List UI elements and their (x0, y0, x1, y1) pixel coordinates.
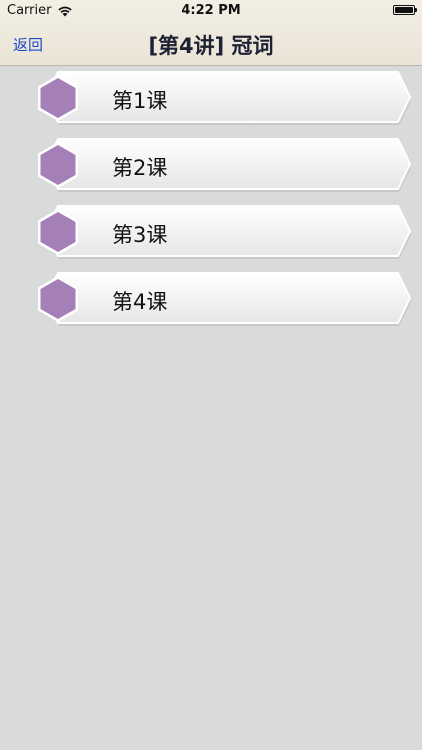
lesson-item-background (44, 205, 412, 259)
status-bar: Carrier 4:22 PM (0, 0, 422, 22)
lesson-item-background (44, 71, 412, 125)
lesson-item-3[interactable]: 第3课 (30, 204, 412, 260)
lesson-item-background (44, 272, 412, 326)
hexagon-icon (38, 75, 78, 121)
hexagon-icon (38, 276, 78, 322)
hexagon-icon (38, 209, 78, 255)
lesson-item-4[interactable]: 第4课 (30, 271, 412, 327)
lesson-item-1[interactable]: 第1课 (30, 70, 412, 126)
lesson-item-2[interactable]: 第2课 (30, 137, 412, 193)
battery-icon (393, 5, 417, 15)
lesson-label: 第2课 (112, 156, 168, 180)
status-time: 4:22 PM (181, 3, 241, 18)
lesson-label: 第3课 (112, 223, 168, 247)
lesson-item-background (44, 138, 412, 192)
lesson-label: 第1课 (112, 89, 168, 113)
page-title: [第4讲] 冠词 (148, 34, 274, 58)
lesson-label: 第4课 (112, 290, 168, 314)
hexagon-icon (38, 142, 78, 188)
